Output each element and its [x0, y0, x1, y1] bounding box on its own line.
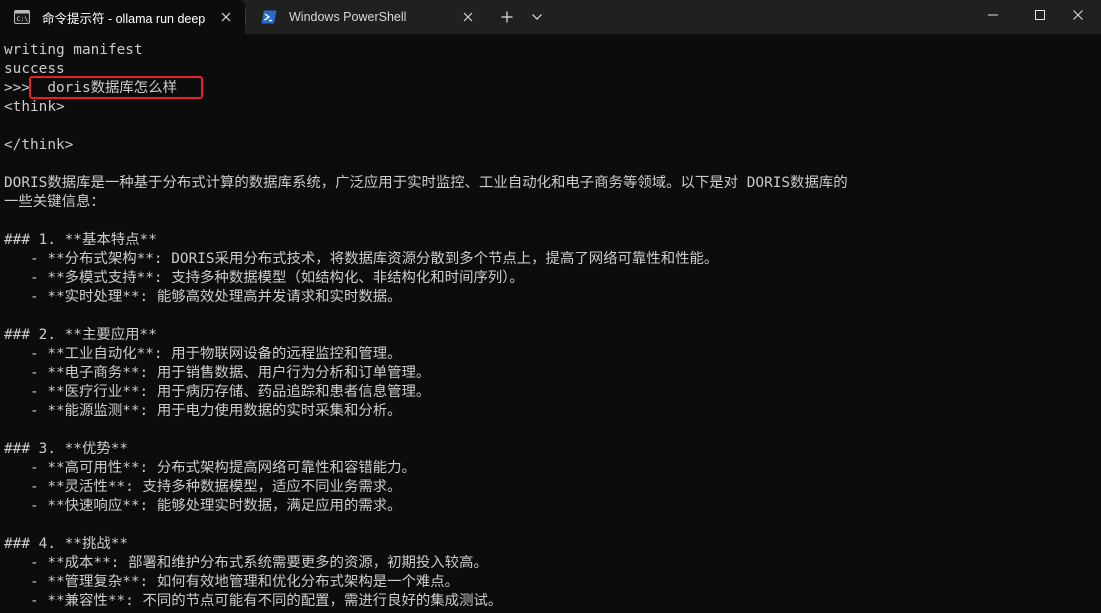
new-tab-button[interactable] — [497, 7, 517, 27]
close-icon[interactable] — [459, 8, 477, 26]
terminal-line: ### 2. **主要应用** — [4, 327, 157, 343]
terminal-line: - **医疗行业**: 用于病历存储、药品追踪和患者信息管理。 — [4, 384, 431, 400]
new-tab-icon — [501, 11, 513, 23]
terminal-line: - **工业自动化**: 用于物联网设备的远程监控和管理。 — [4, 346, 402, 362]
terminal-line: <think> — [4, 99, 65, 115]
terminal-line: - **兼容性**: 不同的节点可能有不同的配置，需进行良好的集成测试。 — [4, 593, 503, 609]
terminal-line: - **成本**: 部署和维护分布式系统需要更多的资源，初期投入较高。 — [4, 555, 488, 571]
terminal-line: - **能源监测**: 用于电力使用数据的实时采集和分析。 — [4, 403, 402, 419]
highlight-box — [29, 76, 203, 99]
terminal-line: - **快速响应**: 能够处理实时数据，满足应用的需求。 — [4, 498, 402, 514]
tab-title: Windows PowerShell — [289, 10, 407, 24]
cmd-icon: C:\ — [14, 10, 30, 24]
close-window-button[interactable] — [1055, 0, 1101, 30]
close-icon[interactable] — [217, 8, 235, 26]
terminal-line: </think> — [4, 137, 74, 153]
terminal-line: - **电子商务**: 用于销售数据、用户行为分析和订单管理。 — [4, 365, 431, 381]
tab-divider — [245, 9, 246, 25]
minimize-icon — [988, 14, 998, 16]
terminal-line: 一些关键信息： — [4, 194, 105, 210]
powershell-icon — [261, 10, 277, 24]
terminal-line: - **管理复杂**: 如何有效地管理和优化分布式架构是一个难点。 — [4, 574, 460, 590]
terminal-line: - **分布式架构**: DORIS采用分布式技术，将数据库资源分散到多个节点上… — [4, 251, 719, 267]
close-icon — [1073, 10, 1083, 20]
terminal-line: writing manifest — [4, 42, 143, 58]
terminal-line: - **高可用性**: 分布式架构提高网络可靠性和容错能力。 — [4, 460, 416, 476]
tab-windows-powershell[interactable]: Windows PowerShell — [247, 0, 487, 34]
tab-dropdown-button[interactable] — [527, 7, 547, 27]
terminal-line: ### 1. **基本特点** — [4, 232, 157, 248]
terminal-line: - **多模式支持**: 支持多种数据模型（如结构化、非结构化和时间序列）。 — [4, 270, 524, 286]
title-bar[interactable]: C:\ 命令提示符 - ollama run deep Windows Powe… — [0, 0, 1101, 34]
maximize-icon — [1035, 10, 1045, 20]
terminal-line: - **灵活性**: 支持多种数据模型，适应不同业务需求。 — [4, 479, 402, 495]
minimize-button[interactable] — [970, 0, 1016, 30]
terminal-output[interactable]: writing manifest success >>> doris数据库怎么样… — [0, 34, 1101, 613]
svg-text:C:\: C:\ — [17, 15, 29, 23]
chevron-down-icon — [532, 14, 542, 20]
tab-command-prompt[interactable]: C:\ 命令提示符 - ollama run deep — [0, 0, 245, 34]
terminal-line: ### 3. **优势** — [4, 441, 129, 457]
terminal-line: DORIS数据库是一种基于分布式计算的数据库系统，广泛应用于实时监控、工业自动化… — [4, 175, 848, 191]
terminal-line: ### 4. **挑战** — [4, 536, 129, 552]
tab-title: 命令提示符 - ollama run deep — [42, 11, 206, 26]
terminal-line: - **实时处理**: 能够高效处理高并发请求和实时数据。 — [4, 289, 402, 305]
